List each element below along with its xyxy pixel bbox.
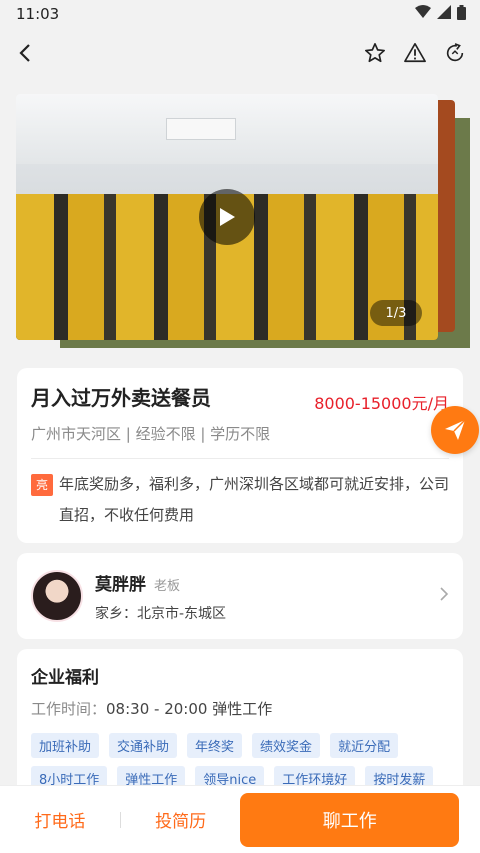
signal-icon xyxy=(437,5,451,23)
work-time-value: 08:30 - 20:00 弹性工作 xyxy=(106,700,273,718)
call-button[interactable]: 打电话 xyxy=(0,807,120,832)
status-time: 11:03 xyxy=(16,5,60,23)
job-description: 亮 年底奖励多，福利多，广州深圳各区域都可就近安排，公司直招，不收任何费用 xyxy=(31,469,449,531)
boss-card[interactable]: 莫胖胖 老板 家乡：北京市-东城区 xyxy=(17,553,463,639)
carousel-pager: 1/3 xyxy=(370,300,422,326)
media-carousel[interactable]: 1/3 xyxy=(0,78,480,368)
chat-button[interactable]: 聊工作 xyxy=(240,792,459,847)
job-card: 月入过万外卖送餐员 8000-15000元/月 广州市天河区 | 经验不限 | … xyxy=(17,368,479,543)
welfare-title: 企业福利 xyxy=(31,668,99,688)
highlight-badge: 亮 xyxy=(31,474,53,496)
job-meta: 广州市天河区 | 经验不限 | 学历不限 xyxy=(31,425,271,443)
video-scene-detail xyxy=(166,118,236,140)
send-icon[interactable] xyxy=(431,406,479,454)
boss-hometown: 家乡：北京市-东城区 xyxy=(95,605,227,622)
divider xyxy=(31,458,449,459)
work-time-label: 工作时间： xyxy=(31,700,107,718)
avatar xyxy=(31,570,83,622)
welfare-tag: 交通补助 xyxy=(109,733,178,758)
boss-name: 莫胖胖 xyxy=(95,574,146,595)
battery-icon xyxy=(457,4,466,24)
salary: 8000-15000元/月 xyxy=(314,394,449,413)
share-icon[interactable] xyxy=(442,40,468,66)
welfare-tag: 加班补助 xyxy=(31,733,100,758)
top-nav xyxy=(0,28,480,78)
back-arrow-icon[interactable] xyxy=(12,40,38,66)
warning-icon[interactable] xyxy=(402,40,428,66)
play-icon[interactable] xyxy=(199,189,255,245)
welfare-tag: 年终奖 xyxy=(187,733,243,758)
welfare-tags: 加班补助 交通补助 年终奖 绩效奖金 就近分配 8小时工作 弹性工作 领导nic… xyxy=(31,733,449,791)
status-bar: 11:03 xyxy=(0,0,480,28)
boss-role: 老板 xyxy=(154,578,181,594)
boss-name-row: 莫胖胖 老板 xyxy=(95,570,439,595)
chevron-right-icon xyxy=(439,586,449,606)
welfare-tag: 就近分配 xyxy=(330,733,399,758)
submit-resume-button[interactable]: 投简历 xyxy=(121,807,241,832)
bottom-action-bar: 打电话 投简历 聊工作 xyxy=(0,785,480,853)
video-player[interactable]: 1/3 xyxy=(16,94,438,340)
job-description-text: 年底奖励多，福利多，广州深圳各区域都可就近安排，公司直招，不收任何费用 xyxy=(59,475,450,524)
welfare-card: 企业福利 工作时间：08:30 - 20:00 弹性工作 加班补助 交通补助 年… xyxy=(17,649,463,801)
welfare-tag: 绩效奖金 xyxy=(252,733,321,758)
star-icon[interactable] xyxy=(362,40,388,66)
wifi-icon xyxy=(415,5,431,23)
work-time: 工作时间：08:30 - 20:00 弹性工作 xyxy=(31,698,449,719)
